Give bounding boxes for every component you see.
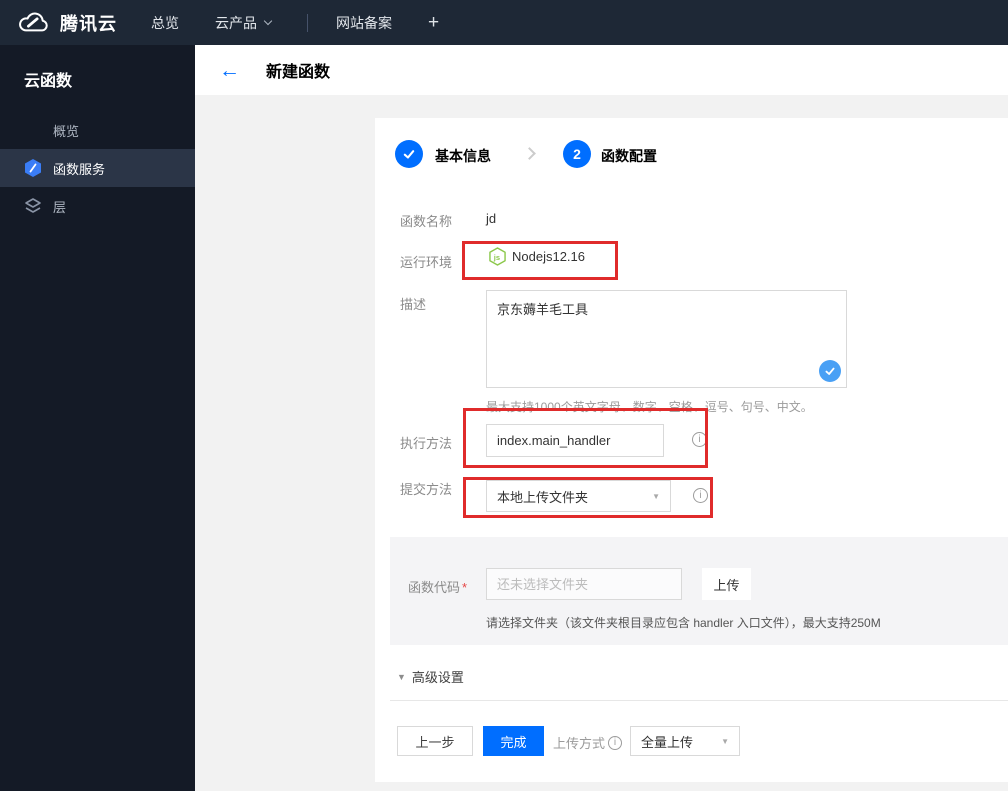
- check-icon: [403, 150, 415, 159]
- handler-input[interactable]: [486, 424, 664, 457]
- description-label: 描述: [400, 297, 427, 312]
- nodejs-icon: js: [489, 247, 506, 266]
- sidebar-item-overview[interactable]: 概览: [0, 111, 195, 149]
- page-title: 新建函数: [266, 64, 331, 81]
- submit-method-info-icon[interactable]: i: [693, 488, 708, 503]
- nav-item-overview[interactable]: 总览: [151, 13, 179, 33]
- description-hint: 最大支持1000个英文字母、数字、空格、逗号、句号、中文。: [486, 400, 813, 414]
- submit-method-value: 本地上传文件夹: [497, 489, 589, 505]
- sidebar-item-label: 函数服务: [53, 161, 106, 177]
- grid-icon: [24, 121, 42, 139]
- upload-button[interactable]: 上传: [702, 568, 751, 600]
- submit-method-label: 提交方法: [400, 482, 453, 497]
- sidebar-item-label: 概览: [53, 123, 80, 139]
- valid-check-badge: [819, 360, 841, 382]
- upload-mode-value: 全量上传: [641, 734, 694, 750]
- nav-item-products-label: 云产品: [215, 14, 257, 31]
- step1-label: 基本信息: [435, 148, 491, 164]
- step1-done-circle: [395, 140, 423, 168]
- nav-item-products[interactable]: 云产品: [215, 13, 273, 33]
- add-tab-button[interactable]: +: [428, 12, 439, 34]
- upload-mode-label: 上传方式: [553, 736, 606, 751]
- chevron-down-icon: [263, 16, 273, 26]
- function-code-hint: 请选择文件夹（该文件夹根目录应包含 handler 入口文件），最大支持250M: [486, 616, 881, 630]
- required-asterisk: *: [462, 580, 468, 595]
- content-area: 基本信息 2 函数配置 函数名称 jd 运行环境 js Nodejs12.16 …: [195, 95, 1008, 791]
- previous-step-button[interactable]: 上一步: [397, 726, 473, 756]
- nav-divider: [307, 13, 308, 32]
- function-code-label-text: 函数代码: [408, 580, 461, 595]
- submit-method-select[interactable]: 本地上传文件夹 ▼: [486, 480, 671, 512]
- step2-number-circle: 2: [563, 140, 591, 168]
- advanced-settings-label: 高级设置: [411, 670, 464, 685]
- folder-path-input[interactable]: [486, 568, 682, 600]
- triangle-down-icon: ▼: [397, 671, 406, 682]
- sidebar-item-layers[interactable]: 层: [0, 187, 195, 225]
- sidebar-item-function-service[interactable]: 函数服务: [0, 149, 195, 187]
- handler-info-icon[interactable]: i: [692, 432, 707, 447]
- step-chevron-icon: [523, 147, 536, 160]
- function-code-section: 函数代码* 上传 请选择文件夹（该文件夹根目录应包含 handler 入口文件）…: [390, 537, 1008, 645]
- caret-down-icon: ▼: [652, 491, 660, 501]
- svg-text:js: js: [493, 253, 500, 262]
- runtime-label: 运行环境: [400, 255, 453, 270]
- brand-name: 腾讯云: [60, 13, 117, 34]
- page-header: ← 新建函数: [195, 45, 1008, 95]
- nav-item-icp-filing[interactable]: 网站备案: [336, 13, 392, 33]
- function-name-value: jd: [486, 211, 497, 226]
- cloud-logo-icon: [19, 12, 48, 31]
- sidebar: 云函数 概览 函数服务 层: [0, 45, 195, 791]
- tencent-cloud-logo[interactable]: 腾讯云: [16, 10, 117, 36]
- sidebar-item-label: 层: [53, 199, 67, 215]
- upload-mode-row: 上传方式 i: [553, 733, 623, 752]
- advanced-settings-toggle[interactable]: ▼ 高级设置: [397, 667, 464, 686]
- layers-icon: [24, 197, 42, 215]
- upload-mode-select[interactable]: 全量上传 ▼: [630, 726, 740, 756]
- step2-label: 函数配置: [601, 148, 657, 164]
- top-nav-menu: 总览 云产品 网站备案 +: [151, 12, 439, 34]
- sidebar-title: 云函数: [24, 73, 73, 90]
- description-textarea[interactable]: 京东薅羊毛工具: [486, 290, 847, 388]
- scf-hexagon-icon: [24, 159, 42, 177]
- upload-mode-info-icon[interactable]: i: [608, 735, 623, 750]
- runtime-value-row: js Nodejs12.16: [489, 247, 585, 266]
- top-navbar: 腾讯云 总览 云产品 网站备案 +: [0, 0, 1008, 45]
- check-icon: [825, 367, 835, 375]
- finish-button[interactable]: 完成: [483, 726, 544, 756]
- back-arrow-button[interactable]: ←: [219, 60, 240, 81]
- function-code-label: 函数代码 *: [408, 577, 467, 596]
- create-function-card: 基本信息 2 函数配置 函数名称 jd 运行环境 js Nodejs12.16 …: [375, 118, 1008, 782]
- divider: [390, 700, 1008, 701]
- function-name-label: 函数名称: [400, 214, 453, 229]
- handler-label: 执行方法: [400, 436, 453, 451]
- runtime-value: Nodejs12.16: [512, 249, 585, 264]
- caret-down-icon: ▼: [721, 736, 729, 746]
